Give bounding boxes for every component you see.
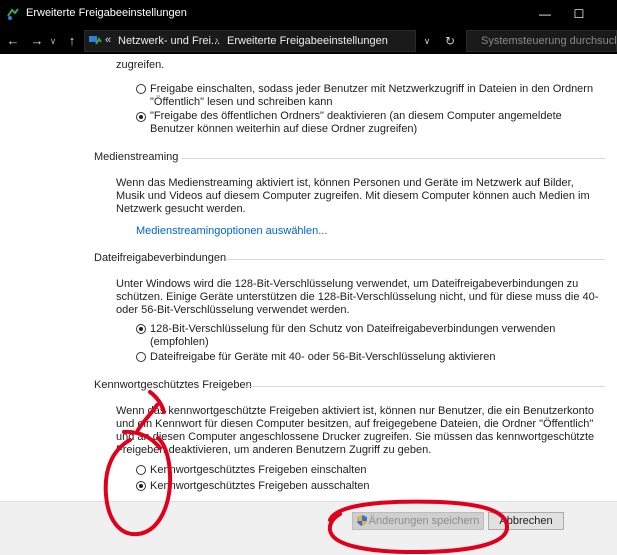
encryption-128-label[interactable]: 128-Bit-Verschlüsselung für den Schutz v… bbox=[150, 323, 555, 336]
save-changes-label: Änderungen speichern bbox=[368, 515, 480, 527]
breadcrumb-item-advanced[interactable]: Erweiterte Freigabeeinstellungen bbox=[227, 35, 388, 47]
public-sharing-off-label-line2[interactable]: Benutzer können weiterhin auf diese Ordn… bbox=[150, 123, 417, 136]
settings-content: zugreifen. Freigabe einschalten, sodass … bbox=[0, 54, 617, 501]
file-sharing-description-line2: schützen. Einige Geräte unterstützen die… bbox=[116, 291, 599, 303]
title-bar: Erweiterte Freigabeeinstellungen — ☐ bbox=[0, 0, 617, 28]
password-sharing-description-line4: Freigeben deaktivieren, um anderen Benut… bbox=[116, 444, 432, 456]
public-sharing-on-label-line2[interactable]: "Öffentlich" lesen und schreiben kann bbox=[150, 96, 333, 109]
section-divider bbox=[182, 158, 605, 159]
breadcrumb-separator-icon: › bbox=[215, 35, 219, 46]
password-sharing-description-line3: und an diesen Computer angeschlossene Dr… bbox=[116, 431, 595, 443]
uac-shield-icon bbox=[356, 515, 367, 526]
encryption-128-radio[interactable] bbox=[136, 324, 146, 334]
refresh-button[interactable]: ↻ bbox=[438, 31, 462, 51]
encryption-40-56-label[interactable]: Dateifreigabe für Geräte mit 40- oder 56… bbox=[150, 351, 495, 364]
section-title-file-sharing: Dateifreigabeverbindungen bbox=[94, 252, 227, 264]
password-sharing-on-label[interactable]: Kennwortgeschütztes Freigeben einschalte… bbox=[150, 464, 366, 477]
media-streaming-options-link[interactable]: Medienstreamingoptionen auswählen... bbox=[136, 225, 327, 237]
network-sharing-icon bbox=[7, 8, 19, 20]
file-sharing-description-line1: Unter Windows wird die 128-Bit-Verschlüs… bbox=[116, 278, 579, 290]
section-divider bbox=[242, 386, 605, 387]
encryption-128-label-line2[interactable]: (empfohlen) bbox=[150, 336, 209, 349]
public-sharing-off-label[interactable]: "Freigabe des öffentlichen Ordners" deak… bbox=[150, 110, 562, 123]
password-sharing-on-radio[interactable] bbox=[136, 465, 146, 475]
public-folder-intro-text: zugreifen. bbox=[116, 59, 165, 71]
address-dropdown-button[interactable]: ∨ bbox=[417, 31, 437, 51]
cancel-button[interactable]: Abbrechen bbox=[488, 512, 564, 530]
address-bar: ← → ∨ ↑ « Netzwerk- und Frei... › Erweit… bbox=[0, 28, 617, 54]
section-title-password-sharing: Kennwortgeschütztes Freigeben bbox=[94, 379, 252, 391]
network-icon bbox=[89, 36, 102, 45]
window-title: Erweiterte Freigabeeinstellungen bbox=[26, 7, 187, 19]
media-streaming-description-line3: Netzwerk gesucht werden. bbox=[116, 203, 246, 215]
search-input[interactable]: Systemsteuerung durchsuchen bbox=[466, 30, 617, 52]
password-sharing-description-line1: Wenn das kennwortgeschützte Freigeben ak… bbox=[116, 405, 594, 417]
section-divider bbox=[226, 259, 605, 260]
public-sharing-on-radio[interactable] bbox=[136, 84, 146, 94]
public-sharing-on-label[interactable]: Freigabe einschalten, sodass jeder Benut… bbox=[150, 83, 593, 96]
minimize-button[interactable]: — bbox=[528, 3, 562, 25]
maximize-button[interactable]: ☐ bbox=[562, 3, 596, 25]
media-streaming-description-line1: Wenn das Medienstreaming aktiviert ist, … bbox=[116, 177, 574, 189]
file-sharing-description-line3: oder 56-Bit-Verschlüsselung verwendet we… bbox=[116, 304, 350, 316]
dialog-footer: Änderungen speichern Abbrechen bbox=[0, 501, 617, 555]
up-button[interactable]: ↑ bbox=[63, 31, 81, 51]
password-sharing-off-label[interactable]: Kennwortgeschütztes Freigeben ausschalte… bbox=[150, 480, 370, 493]
password-sharing-off-radio[interactable] bbox=[136, 481, 146, 491]
breadcrumb[interactable]: « Netzwerk- und Frei... › Erweiterte Fre… bbox=[84, 30, 416, 52]
breadcrumb-overflow[interactable]: « bbox=[105, 34, 111, 46]
section-title-media-streaming: Medienstreaming bbox=[94, 151, 179, 163]
public-sharing-off-radio[interactable] bbox=[136, 112, 146, 122]
save-changes-button[interactable]: Änderungen speichern bbox=[352, 512, 484, 530]
breadcrumb-item-network[interactable]: Netzwerk- und Frei... bbox=[118, 35, 220, 47]
encryption-40-56-radio[interactable] bbox=[136, 352, 146, 362]
back-button[interactable]: ← bbox=[4, 31, 22, 51]
password-sharing-description-line2: und ein Kennwort für diesen Computer bes… bbox=[116, 418, 594, 430]
recent-locations-chevron-icon[interactable]: ∨ bbox=[44, 31, 62, 51]
media-streaming-description-line2: Musik und Videos auf diesem Computer zug… bbox=[116, 190, 590, 202]
